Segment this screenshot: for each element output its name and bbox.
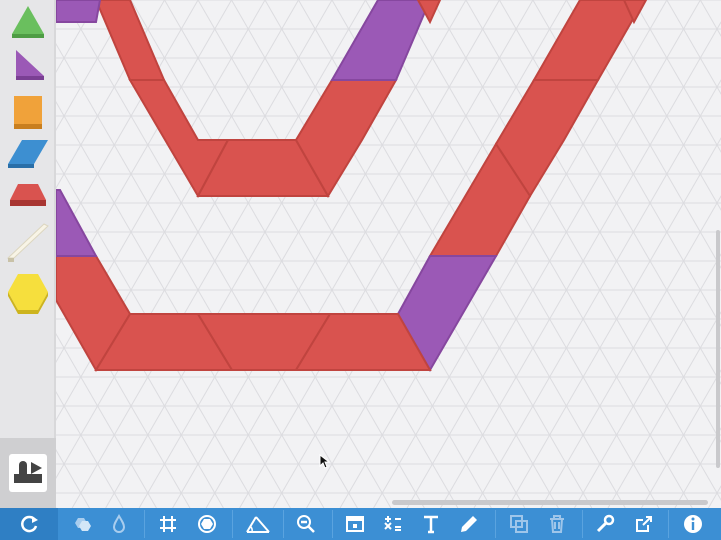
yellow-hexagon-icon bbox=[8, 274, 48, 314]
math-symbols-icon bbox=[384, 516, 401, 531]
snap-button[interactable] bbox=[189, 508, 225, 540]
green-triangle-icon bbox=[12, 6, 44, 38]
shapes-button[interactable] bbox=[64, 508, 100, 540]
right-triangle-shape-button[interactable] bbox=[4, 46, 52, 88]
zoom-out-icon bbox=[297, 515, 315, 533]
toolbar-divider bbox=[144, 510, 145, 538]
mouse-cursor-icon bbox=[319, 454, 331, 469]
text-icon bbox=[424, 515, 438, 534]
square-shape-button[interactable] bbox=[4, 92, 52, 134]
horizontal-scrollbar[interactable] bbox=[392, 500, 708, 505]
calculator-button[interactable] bbox=[375, 508, 411, 540]
rhombus-shape-button[interactable] bbox=[4, 136, 52, 178]
info-button[interactable] bbox=[675, 508, 711, 540]
info-icon bbox=[684, 515, 702, 533]
trash-icon bbox=[550, 515, 564, 533]
zoom-out-button[interactable] bbox=[288, 508, 324, 540]
purple-triangle-icon bbox=[16, 50, 44, 80]
delete-button[interactable] bbox=[539, 508, 575, 540]
tan-rhombus-icon bbox=[6, 223, 49, 262]
window-button[interactable] bbox=[337, 508, 373, 540]
rhombus-block[interactable] bbox=[330, 0, 432, 81]
wrench-icon bbox=[596, 514, 615, 533]
text-button[interactable] bbox=[413, 508, 449, 540]
duplicate-button[interactable] bbox=[501, 508, 537, 540]
droplet-icon bbox=[112, 514, 126, 533]
angle-icon bbox=[246, 516, 270, 533]
share-icon bbox=[636, 516, 652, 532]
tools-button[interactable] bbox=[588, 508, 624, 540]
puzzle-piece-icon bbox=[9, 454, 47, 492]
grid-icon bbox=[160, 516, 176, 532]
trapezoid-block[interactable] bbox=[532, 0, 646, 81]
share-button[interactable] bbox=[626, 508, 662, 540]
toolbar-divider bbox=[582, 510, 583, 538]
reset-button[interactable] bbox=[0, 508, 58, 540]
pen-icon bbox=[461, 516, 477, 532]
circle-snap-icon bbox=[198, 515, 216, 533]
blue-rhombus-icon bbox=[8, 140, 48, 168]
trapezoid-block[interactable] bbox=[94, 0, 166, 81]
fill-color-button[interactable] bbox=[101, 508, 137, 540]
red-trapezoid-icon bbox=[10, 184, 46, 206]
pen-button[interactable] bbox=[451, 508, 487, 540]
toolbar-divider bbox=[232, 510, 233, 538]
hexagons-icon bbox=[75, 518, 91, 531]
workspace-canvas[interactable] bbox=[56, 0, 721, 508]
pattern-blocks-layer[interactable] bbox=[56, 0, 721, 508]
mode-switch-button[interactable] bbox=[0, 438, 56, 508]
duplicate-icon bbox=[510, 515, 528, 533]
toolbar-divider bbox=[283, 510, 284, 538]
triangle-shape-button[interactable] bbox=[4, 2, 52, 44]
rhombus-block[interactable] bbox=[56, 189, 98, 257]
toolbar-divider bbox=[495, 510, 496, 538]
shape-palette bbox=[0, 0, 56, 508]
window-icon bbox=[346, 516, 364, 532]
thin-rhombus-shape-button[interactable] bbox=[4, 222, 52, 264]
grid-button[interactable] bbox=[150, 508, 186, 540]
orange-square-icon bbox=[14, 96, 42, 129]
hexagon-shape-button[interactable] bbox=[4, 272, 52, 314]
bottom-toolbar bbox=[0, 508, 721, 540]
vertical-scrollbar[interactable] bbox=[716, 230, 720, 468]
toolbar-divider bbox=[332, 510, 333, 538]
refresh-icon bbox=[21, 515, 38, 533]
toolbar-divider bbox=[668, 510, 669, 538]
trapezoid-shape-button[interactable] bbox=[4, 178, 52, 220]
angle-button[interactable] bbox=[238, 508, 274, 540]
rhombus-block[interactable] bbox=[56, 0, 102, 23]
